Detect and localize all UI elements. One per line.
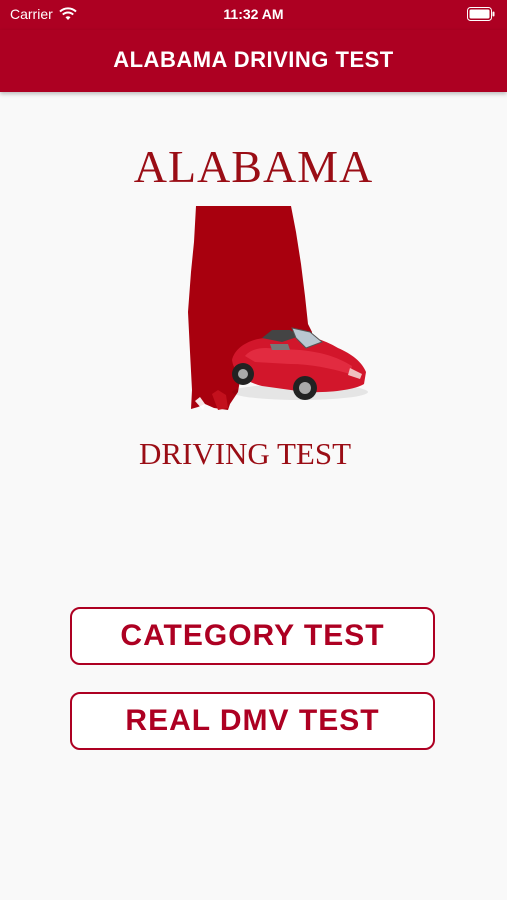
battery-icon (467, 7, 495, 21)
status-time: 11:32 AM (223, 6, 284, 22)
nav-bar: ALABAMA DRIVING TEST (0, 30, 507, 92)
logo-subtitle: DRIVING TEST (138, 436, 352, 471)
nav-title: ALABAMA DRIVING TEST (113, 47, 394, 72)
status-bar: Carrier 11:32 AM (0, 0, 507, 30)
logo-illustration (188, 206, 368, 410)
real-dmv-test-button[interactable]: REAL DMV TEST (70, 692, 435, 750)
category-test-button[interactable]: CATEGORY TEST (70, 607, 435, 665)
